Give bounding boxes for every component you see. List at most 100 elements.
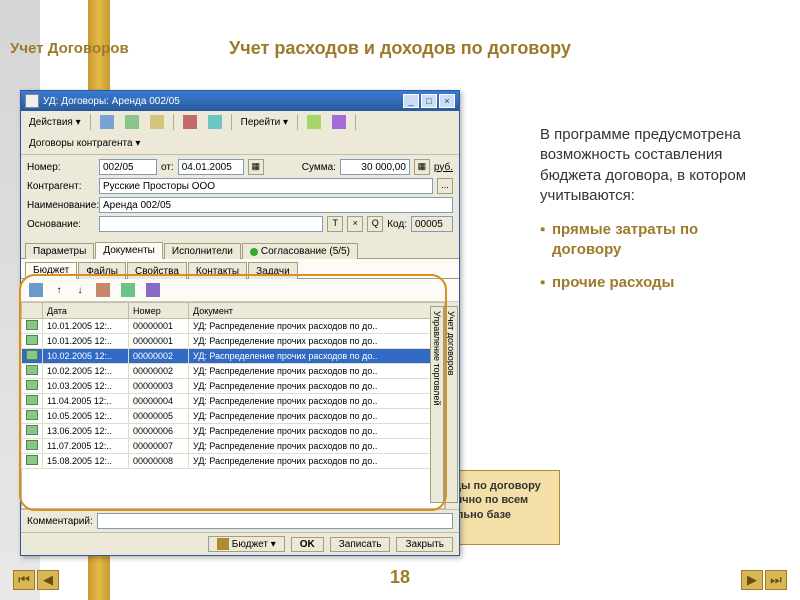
- cell-document: УД: Распределение прочих расходов по до.…: [189, 409, 445, 424]
- cell-date: 10.05.2005 12:..: [43, 409, 129, 424]
- grid-tool-icon[interactable]: [117, 281, 139, 299]
- cell-date: 10.02.2005 12:..: [43, 349, 129, 364]
- app-icon: [25, 94, 39, 108]
- table-row[interactable]: 10.03.2005 12:..00000003УД: Распределени…: [22, 379, 445, 394]
- tab-documents[interactable]: Документы: [95, 242, 163, 259]
- grid-header[interactable]: [22, 303, 43, 319]
- cell-document: УД: Распределение прочих расходов по до.…: [189, 424, 445, 439]
- cell-number: 00000005: [129, 409, 189, 424]
- sum-field[interactable]: [340, 159, 410, 175]
- currency-link[interactable]: руб.: [434, 162, 453, 173]
- select-button[interactable]: ...: [437, 178, 453, 194]
- basis-t-button[interactable]: T: [327, 216, 343, 232]
- form-header: Номер: от: ▦ Сумма: ▦ руб. Контрагент: .…: [21, 155, 459, 239]
- subtab-properties[interactable]: Свойства: [127, 262, 187, 279]
- bottom-bar: Бюджет ▾ OK Записать Закрыть: [21, 532, 459, 555]
- basis-open-button[interactable]: Q: [367, 216, 383, 232]
- date-picker-button[interactable]: ▦: [248, 159, 264, 175]
- table-row[interactable]: 10.02.2005 12:..00000002УД: Распределени…: [22, 349, 445, 364]
- cell-date: 11.04.2005 12:..: [43, 394, 129, 409]
- table-row[interactable]: 10.01.2005 12:..00000001УД: Распределени…: [22, 334, 445, 349]
- grid-header[interactable]: Документ: [189, 303, 445, 319]
- minimize-button[interactable]: _: [403, 94, 419, 108]
- cell-number: 00000004: [129, 394, 189, 409]
- toolbar-icon-2[interactable]: [121, 113, 143, 131]
- cell-date: 10.01.2005 12:..: [43, 334, 129, 349]
- grid-tool-icon[interactable]: [92, 281, 114, 299]
- number-field[interactable]: [99, 159, 157, 175]
- save-button[interactable]: Записать: [330, 537, 391, 552]
- toolbar-icon-4[interactable]: [179, 113, 201, 131]
- nav-prev-button[interactable]: ◀: [37, 570, 59, 590]
- table-row[interactable]: 11.07.2005 12:..00000007УД: Распределени…: [22, 439, 445, 454]
- grid-header[interactable]: Дата: [43, 303, 129, 319]
- table-row[interactable]: 11.04.2005 12:..00000004УД: Распределени…: [22, 394, 445, 409]
- grid-up-icon[interactable]: ↑: [50, 281, 68, 299]
- toolbar-icon-7[interactable]: [328, 113, 350, 131]
- cell-date: 15.08.2005 12:..: [43, 454, 129, 469]
- window-title: УД: Договоры: Аренда 002/05: [43, 96, 180, 107]
- table-row[interactable]: 10.02.2005 12:..00000002УД: Распределени…: [22, 364, 445, 379]
- nav-next-button[interactable]: ▶: [741, 570, 763, 590]
- from-label: от:: [161, 162, 174, 173]
- name-field[interactable]: [99, 197, 453, 213]
- page-number: 18: [0, 567, 800, 588]
- subtab-tasks[interactable]: Задачи: [248, 262, 298, 279]
- code-label: Код:: [387, 219, 407, 230]
- nav-last-button[interactable]: ⏭: [765, 570, 787, 590]
- table-row[interactable]: 10.01.2005 12:..00000001УД: Распределени…: [22, 319, 445, 334]
- name-label: Наименование:: [27, 200, 95, 211]
- actions-menu[interactable]: Действия ▾: [25, 113, 85, 131]
- grid-toolbar: ↑ ↓: [21, 279, 459, 302]
- close-button[interactable]: ×: [439, 94, 455, 108]
- basis-label: Основание:: [27, 219, 95, 230]
- grid-down-icon[interactable]: ↓: [71, 281, 89, 299]
- subtab-budget[interactable]: Бюджет: [25, 262, 77, 279]
- grid-header[interactable]: Номер: [129, 303, 189, 319]
- table-row[interactable]: 15.08.2005 12:..00000008УД: Распределени…: [22, 454, 445, 469]
- tab-parameters[interactable]: Параметры: [25, 243, 94, 259]
- titlebar[interactable]: УД: Договоры: Аренда 002/05 _ □ ×: [21, 91, 459, 111]
- toolbar-icon-3[interactable]: [146, 113, 168, 131]
- tab-performers[interactable]: Исполнители: [164, 243, 241, 259]
- body-intro: В программе предусмотрена возможность со…: [540, 125, 770, 206]
- table-row[interactable]: 10.05.2005 12:..00000005УД: Распределени…: [22, 409, 445, 424]
- calc-button[interactable]: ▦: [414, 159, 430, 175]
- grid-refresh-icon[interactable]: [25, 281, 47, 299]
- row-status-icon: [26, 395, 38, 405]
- main-toolbar: Действия ▾ Перейти ▾ Договоры контрагент…: [21, 111, 459, 155]
- maximize-button[interactable]: □: [421, 94, 437, 108]
- ok-button[interactable]: OK: [291, 537, 324, 552]
- subtab-contacts[interactable]: Контакты: [188, 262, 247, 279]
- date-field[interactable]: [178, 159, 244, 175]
- subtab-files[interactable]: Файлы: [78, 262, 126, 279]
- comment-field[interactable]: [97, 513, 453, 529]
- sidebar-section-label: Учет Договоров: [10, 38, 129, 59]
- toolbar-icon-5[interactable]: [204, 113, 226, 131]
- row-status-icon: [26, 320, 38, 330]
- cell-document: УД: Распределение прочих расходов по до.…: [189, 454, 445, 469]
- row-status-icon: [26, 425, 38, 435]
- nav-first-button[interactable]: ⏮: [13, 570, 35, 590]
- cell-date: 10.03.2005 12:..: [43, 379, 129, 394]
- table-row[interactable]: 13.06.2005 12:..00000006УД: Распределени…: [22, 424, 445, 439]
- counterparty-field[interactable]: [99, 178, 433, 194]
- budget-menu-button[interactable]: Бюджет ▾: [208, 536, 285, 552]
- close-form-button[interactable]: Закрыть: [396, 537, 453, 552]
- tab-approval[interactable]: Согласование (5/5): [242, 243, 358, 259]
- counterparty-docs-menu[interactable]: Договоры контрагента ▾: [25, 134, 144, 152]
- grid-tool-icon[interactable]: [142, 281, 164, 299]
- vtab-trade[interactable]: Управление торговлей: [430, 306, 444, 503]
- cell-document: УД: Распределение прочих расходов по до.…: [189, 364, 445, 379]
- basis-field[interactable]: [99, 216, 323, 232]
- toolbar-icon-1[interactable]: [96, 113, 118, 131]
- comment-row: Комментарий:: [21, 509, 459, 532]
- bullet-item: прямые затраты по договору: [540, 220, 770, 261]
- vtab-contracts[interactable]: Учет договоров: [444, 306, 458, 503]
- grid-wrap: ДатаНомерДокумент 10.01.2005 12:..000000…: [21, 302, 459, 509]
- toolbar-icon-6[interactable]: [303, 113, 325, 131]
- go-menu[interactable]: Перейти ▾: [237, 113, 292, 131]
- cell-date: 10.02.2005 12:..: [43, 364, 129, 379]
- documents-grid[interactable]: ДатаНомерДокумент 10.01.2005 12:..000000…: [21, 302, 445, 469]
- basis-clear-button[interactable]: ×: [347, 216, 363, 232]
